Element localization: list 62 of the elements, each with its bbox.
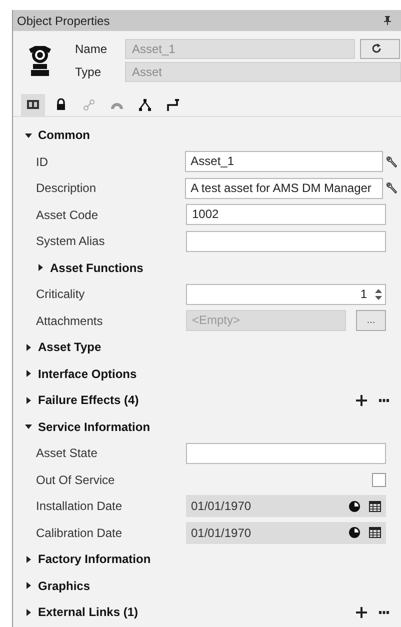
window-title: Object Properties	[17, 12, 110, 30]
property-label: Description	[36, 180, 98, 198]
refresh-icon	[371, 43, 382, 54]
property-label: Criticality	[36, 286, 86, 304]
wrench-icon[interactable]	[386, 156, 397, 168]
expand-arrow-icon[interactable]	[25, 556, 32, 563]
section-header[interactable]: Asset Type	[38, 338, 102, 356]
type-label: Type	[75, 64, 102, 80]
text-field[interactable]: Asset_1	[184, 151, 383, 172]
property-label: Out Of Service	[36, 472, 116, 489]
more-icon[interactable]	[379, 398, 389, 402]
name-label: Name	[75, 40, 108, 58]
expand-arrow-icon[interactable]	[25, 344, 32, 351]
section-header[interactable]: Graphics	[38, 576, 90, 595]
lock-icon	[54, 98, 68, 112]
section-header[interactable]: External Links (1)	[38, 603, 138, 622]
property-label: Calibration Date	[36, 524, 124, 542]
spinner-value: 1	[360, 286, 367, 304]
text-field[interactable]: 1002	[186, 204, 386, 226]
up-down-arrows-icon[interactable]	[375, 288, 382, 301]
section-header[interactable]: Asset Functions	[50, 258, 144, 277]
expand-arrow-icon[interactable]	[25, 370, 32, 378]
date-value: 01/01/1970	[191, 524, 252, 542]
hierarchy-icon	[138, 98, 152, 112]
expand-arrow-icon[interactable]	[37, 264, 44, 272]
section-header[interactable]: Factory Information	[38, 550, 151, 568]
connector-icon	[166, 98, 180, 112]
section-header[interactable]: Failure Effects (4)	[38, 391, 139, 410]
expand-arrow-icon[interactable]	[25, 396, 32, 404]
property-label: Installation Date	[36, 498, 124, 516]
pin-icon[interactable]	[384, 16, 391, 25]
link-icon	[82, 98, 96, 112]
checkbox[interactable]	[372, 472, 386, 487]
collapse-arrow-icon[interactable]	[25, 423, 32, 430]
expand-arrow-icon[interactable]	[25, 608, 32, 616]
type-field: Asset	[125, 62, 401, 82]
property-label: Asset State	[36, 445, 98, 462]
more-icon[interactable]	[379, 610, 389, 614]
name-field: Asset_1	[125, 38, 355, 58]
section-header[interactable]: Service Information	[38, 418, 150, 436]
add-icon[interactable]	[356, 606, 367, 618]
expand-arrow-icon[interactable]	[25, 582, 32, 590]
grid-icon	[26, 98, 40, 112]
property-label: Attachments	[36, 312, 104, 330]
add-icon[interactable]	[356, 394, 367, 406]
collapse-arrow-icon[interactable]	[25, 132, 32, 139]
section-header[interactable]: Common	[38, 126, 90, 144]
text-field[interactable]	[186, 442, 386, 464]
attachments-field: <Empty>	[186, 310, 346, 332]
text-field[interactable]: A test asset for AMS DM Manager	[184, 178, 383, 199]
robot-icon	[27, 43, 53, 77]
browse-button[interactable]: ...	[356, 310, 386, 332]
number-spinner[interactable]: 1	[186, 284, 386, 305]
toolbar-tab[interactable]	[21, 94, 45, 116]
property-label: System Alias	[36, 233, 106, 250]
date-value: 01/01/1970	[191, 498, 252, 516]
property-label: Asset Code	[36, 206, 100, 224]
refresh-button[interactable]	[360, 38, 400, 58]
property-label: ID	[36, 154, 49, 171]
text-field[interactable]	[186, 230, 386, 252]
wrench-icon[interactable]	[386, 182, 397, 194]
section-header[interactable]: Interface Options	[38, 364, 137, 383]
